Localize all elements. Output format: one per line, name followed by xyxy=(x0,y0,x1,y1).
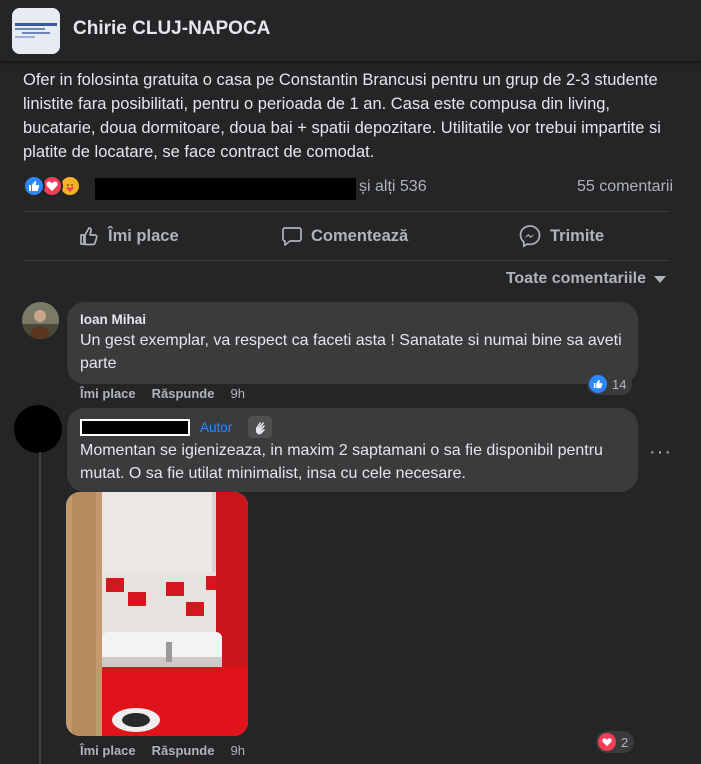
comment-reply-link[interactable]: Răspunde xyxy=(152,743,215,758)
comment-like-link[interactable]: Îmi place xyxy=(80,743,136,758)
avatar[interactable] xyxy=(14,405,62,453)
thread-line xyxy=(39,452,41,764)
comment-like-link[interactable]: Îmi place xyxy=(80,386,136,401)
comment-reaction-count[interactable]: 2 xyxy=(596,731,635,753)
redacted-author-name-bar xyxy=(82,421,188,434)
reaction-others[interactable]: și alți 536 xyxy=(359,178,427,196)
comment-time[interactable]: 9h xyxy=(230,386,244,401)
comment-reaction-number: 14 xyxy=(612,376,627,392)
divider xyxy=(23,211,669,212)
post-header: Chirie CLUJ-NAPOCA xyxy=(0,0,701,62)
comment-reaction-count[interactable]: 14 xyxy=(587,373,633,395)
like-icon xyxy=(23,175,45,197)
caret-down-icon xyxy=(654,275,666,283)
divider xyxy=(23,260,669,261)
share-button-label: Trimite xyxy=(550,226,605,245)
thumbs-up-icon xyxy=(80,227,98,246)
messenger-icon xyxy=(519,225,541,248)
comments-sort-dropdown[interactable]: Toate comentariile xyxy=(506,270,666,288)
comments-sort-label: Toate comentariile xyxy=(505,270,646,287)
comment-text: Momentan se igienizeaza, in maxim 2 sapt… xyxy=(80,442,603,482)
comment-button[interactable]: Comentează xyxy=(281,222,408,250)
group-title[interactable]: Chirie CLUJ-NAPOCA xyxy=(73,18,270,40)
more-options-icon[interactable]: ··· xyxy=(649,441,672,464)
comment-time[interactable]: 9h xyxy=(230,743,244,758)
comment-icon xyxy=(282,227,302,246)
like-icon xyxy=(589,375,607,393)
comment-reply-link[interactable]: Răspunde xyxy=(152,386,215,401)
author-badge: Autor xyxy=(200,420,233,435)
comment-actions: Îmi place Răspunde 9h xyxy=(80,386,245,401)
wave-hand-icon xyxy=(248,416,272,438)
comment-button-label: Comentează xyxy=(311,226,409,245)
comment-reaction-number: 2 xyxy=(621,734,629,750)
share-button[interactable]: Trimite xyxy=(518,222,604,250)
like-button[interactable]: Îmi place xyxy=(78,222,179,250)
comment-actions: Îmi place Răspunde 9h xyxy=(80,743,245,758)
post-text: Ofer in folosinta gratuita o casa pe Con… xyxy=(23,71,661,161)
post-card: Chirie CLUJ-NAPOCA Ofer in folosinta gra… xyxy=(0,0,701,764)
love-icon xyxy=(598,733,616,751)
comments-count[interactable]: 55 comentarii xyxy=(577,178,673,196)
group-avatar[interactable] xyxy=(12,8,60,54)
comment-text: Un gest exemplar, va respect ca faceti a… xyxy=(80,332,622,372)
reaction-summary[interactable]: și alți 536 55 comentarii xyxy=(23,175,673,200)
comment-author[interactable]: Ioan Mihai xyxy=(80,312,146,327)
redacted-names xyxy=(95,178,356,200)
like-button-label: Îmi place xyxy=(108,226,179,245)
avatar[interactable] xyxy=(22,302,59,339)
comment-photo[interactable] xyxy=(66,492,248,736)
